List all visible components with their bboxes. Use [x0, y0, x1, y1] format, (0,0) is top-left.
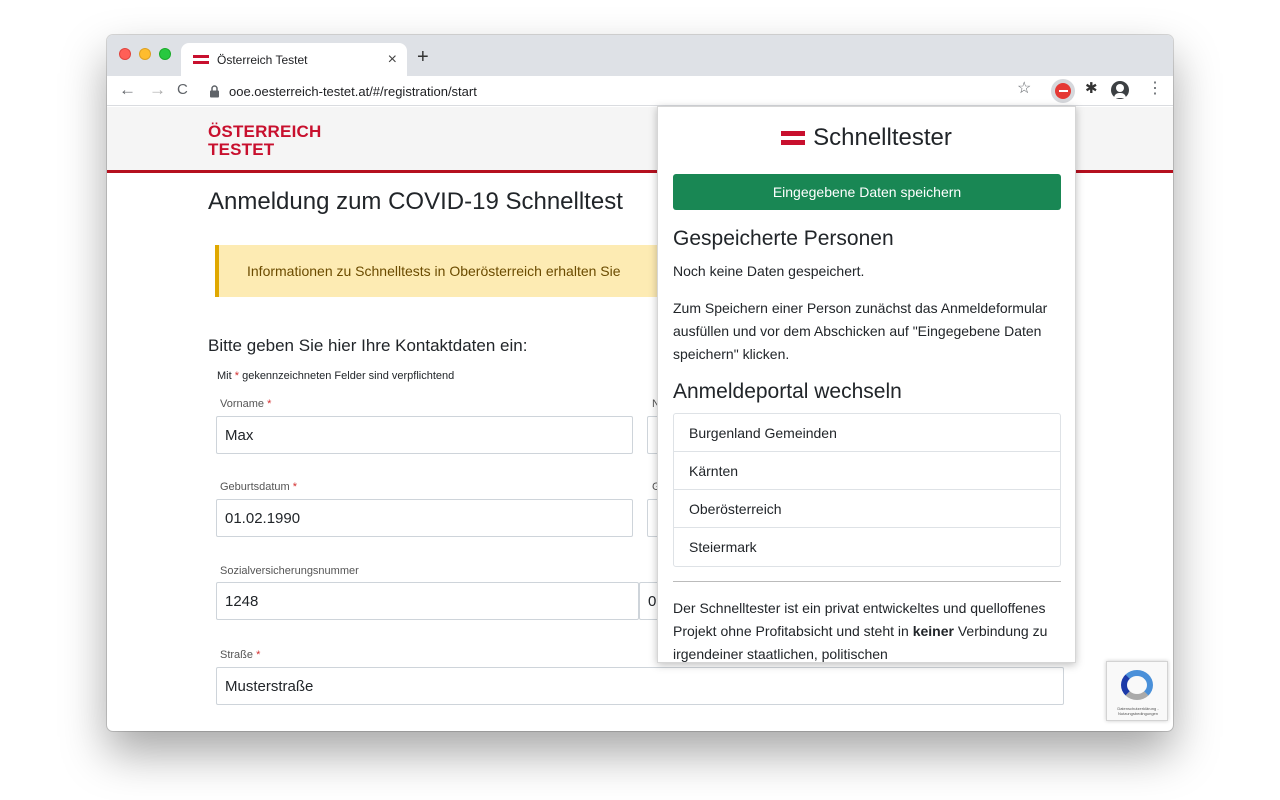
url-text: ooe.oesterreich-testet.at/#/registration…: [229, 83, 477, 99]
instructions-text: Zum Speichern einer Person zunächst das …: [673, 300, 1048, 362]
austria-flag-icon: [193, 54, 209, 65]
profile-icon[interactable]: [1111, 81, 1129, 99]
tab-bar: Österreich Testet × +: [107, 35, 1173, 76]
menu-icon[interactable]: ⋮: [1147, 81, 1163, 97]
page-title: Anmeldung zum COVID-19 Schnelltest: [208, 188, 623, 215]
browser-window: Österreich Testet × + ← → C ooe.oesterre…: [107, 35, 1173, 731]
browser-toolbar: ← → C ooe.oesterreich-testet.at/#/regist…: [107, 76, 1173, 106]
required-note: Mit * gekennzeichneten Felder sind verpf…: [217, 370, 454, 382]
puzzle-icon[interactable]: ✱: [1085, 81, 1098, 96]
tab-title: Österreich Testet: [217, 52, 308, 67]
disclaimer-text: Der Schnelltester ist ein privat entwick…: [673, 600, 1048, 662]
recaptcha-text[interactable]: Datenschutzerklärung - Nutzungsbedingung…: [1110, 706, 1166, 716]
svnr-label: Sozialversicherungsnummer: [220, 565, 359, 577]
divider: [673, 581, 1061, 582]
strasse-field[interactable]: Musterstraße: [216, 667, 1064, 705]
logo-line-1: ÖSTERREICH: [208, 122, 322, 141]
section-title: Bitte geben Sie hier Ihre Kontaktdaten e…: [208, 336, 528, 355]
geburtsdatum-field[interactable]: 01.02.1990: [216, 499, 633, 537]
tab-close-icon[interactable]: ×: [388, 51, 397, 68]
portal-item-oberoesterreich[interactable]: Oberösterreich: [674, 490, 1060, 528]
address-bar[interactable]: ooe.oesterreich-testet.at/#/registration…: [209, 79, 1039, 103]
saved-persons-heading: Gespeicherte Personen: [673, 227, 894, 250]
maximize-window-button[interactable]: [159, 48, 171, 60]
portal-heading: Anmeldeportal wechseln: [673, 380, 902, 403]
lock-icon: [210, 84, 219, 97]
required-note-suffix: gekennzeichneten Felder sind verpflichte…: [242, 370, 455, 382]
alert-text: Informationen zu Schnelltests in Oberöst…: [247, 263, 621, 279]
logo-line-2: TESTET: [208, 140, 275, 159]
save-data-button[interactable]: Eingegebene Daten speichern: [673, 174, 1061, 210]
new-tab-button[interactable]: +: [417, 47, 429, 67]
info-alert: Informationen zu Schnelltests in Oberöst…: [215, 245, 675, 297]
svnr-field[interactable]: 1248: [216, 582, 639, 620]
recaptcha-badge[interactable]: Datenschutzerklärung - Nutzungsbedingung…: [1106, 661, 1168, 721]
extension-icon: [1055, 83, 1071, 99]
strasse-label: Straße *: [220, 649, 261, 661]
back-arrow-icon[interactable]: ←: [119, 81, 136, 98]
vorname-field[interactable]: Max: [216, 416, 633, 454]
recaptcha-icon: [1121, 670, 1153, 700]
no-data-text: Noch keine Daten gespeichert.: [673, 263, 865, 279]
extension-button[interactable]: [1051, 79, 1075, 103]
austria-flag-icon: [781, 131, 806, 146]
minimize-window-button[interactable]: [139, 48, 151, 60]
forward-arrow-icon[interactable]: →: [149, 81, 166, 98]
portal-item-kaernten[interactable]: Kärnten: [674, 452, 1060, 490]
required-star: *: [234, 370, 240, 382]
star-icon[interactable]: ☆: [1017, 81, 1031, 97]
popup-title: Schnelltester: [813, 124, 952, 151]
geburtsdatum-label: Geburtsdatum *: [220, 481, 298, 493]
vorname-label: Vorname *: [220, 398, 272, 410]
required-note-prefix: Mit: [217, 370, 232, 382]
close-window-button[interactable]: [119, 48, 131, 60]
site-logo[interactable]: ÖSTERREICH TESTET: [208, 123, 321, 159]
popup-header: Schnelltester: [658, 124, 1075, 152]
portal-list: Burgenland Gemeinden Kärnten Oberösterre…: [673, 413, 1061, 567]
portal-item-burgenland[interactable]: Burgenland Gemeinden: [674, 414, 1060, 452]
reload-icon[interactable]: C: [177, 82, 188, 97]
browser-tab[interactable]: Österreich Testet ×: [181, 43, 407, 76]
portal-item-steiermark[interactable]: Steiermark: [674, 528, 1060, 566]
extension-popup: Schnelltester Eingegebene Daten speicher…: [657, 106, 1076, 663]
